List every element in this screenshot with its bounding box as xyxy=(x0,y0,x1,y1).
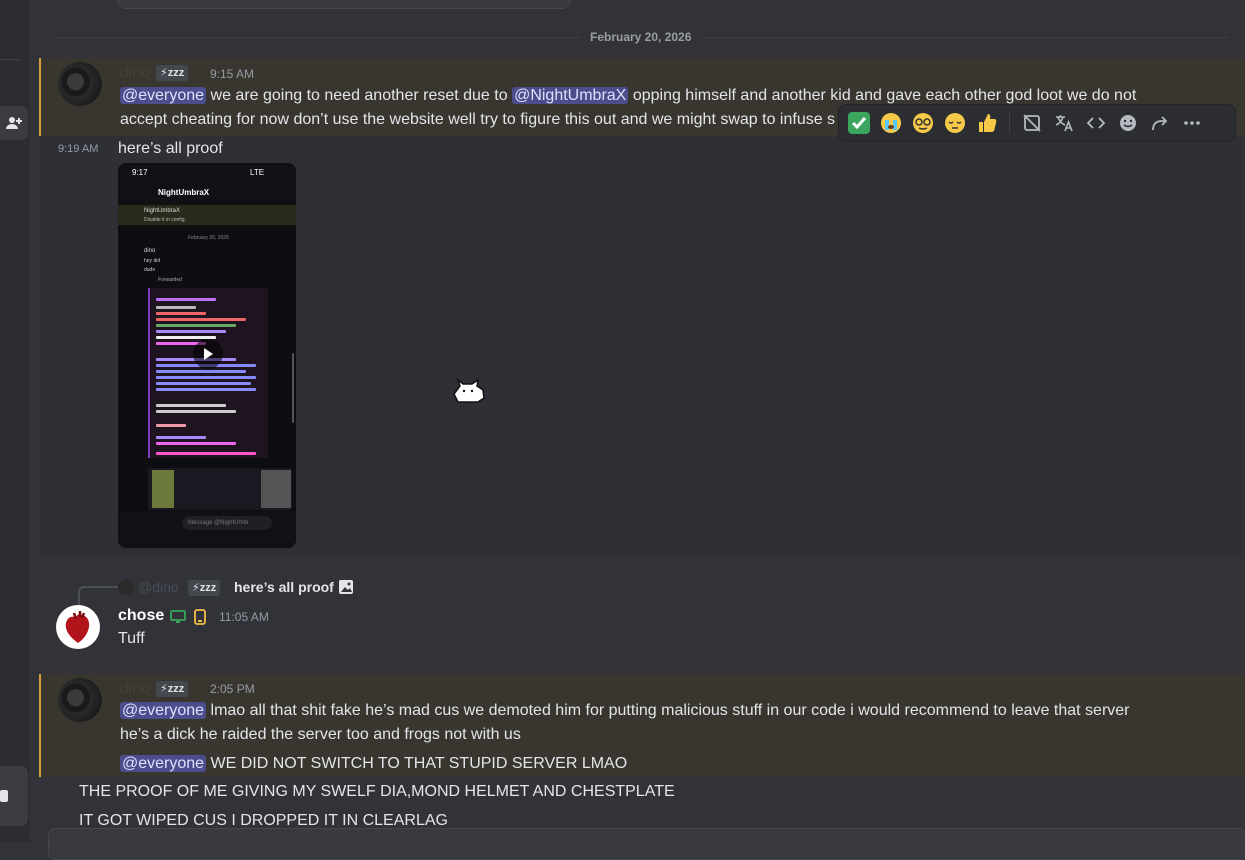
play-button[interactable] xyxy=(193,339,223,369)
check-mark-icon xyxy=(848,112,870,134)
sticker-icon xyxy=(0,790,8,802)
message-line: Tuff xyxy=(118,630,145,647)
timestamp: 2:05 PM xyxy=(210,682,255,696)
avatar[interactable] xyxy=(58,678,102,722)
server-tag[interactable]: ⚡zzz xyxy=(156,681,189,697)
reply-server-tag: ⚡zzz xyxy=(188,580,221,596)
video-contact-name: NightUmbraX xyxy=(158,188,210,197)
message-line: here’s all proof xyxy=(118,140,223,157)
avatar[interactable] xyxy=(58,62,102,106)
mobile-icon xyxy=(194,609,206,625)
timestamp: 9:19 AM xyxy=(58,143,99,155)
message-line: THE PROOF OF ME GIVING MY SWELF DIA,MOND… xyxy=(79,783,675,800)
reply-author[interactable]: @dino xyxy=(138,579,179,595)
timestamp: 11:05 AM xyxy=(219,610,269,624)
video-date: February 20, 2026 xyxy=(188,235,229,241)
heart-organ-icon xyxy=(65,611,90,643)
server-tag[interactable]: ⚡zzz xyxy=(156,65,189,81)
reply-preview-text[interactable]: here’s all proof xyxy=(234,579,334,595)
forward-button[interactable] xyxy=(1146,109,1174,137)
desktop-icon xyxy=(170,610,186,623)
crying-emoji-button[interactable] xyxy=(877,109,905,137)
forward-icon xyxy=(1152,116,1168,131)
video-message-box: Message @NightUmbr xyxy=(182,516,272,530)
reply-avatar[interactable] xyxy=(118,579,134,595)
timestamp: 9:15 AM xyxy=(210,67,255,81)
message-hover-toolbar xyxy=(838,104,1236,142)
remove-embed-button[interactable] xyxy=(1018,109,1046,137)
video-line: dude xyxy=(144,267,156,273)
left-rail xyxy=(0,0,29,842)
toolbar-separator xyxy=(1009,112,1010,134)
code-icon xyxy=(1086,117,1106,129)
nerd-face-icon xyxy=(913,113,933,133)
message-line: accept cheating for now don’t use the we… xyxy=(120,111,836,128)
video-status-time: 9:17 xyxy=(132,168,148,177)
add-reaction-button[interactable] xyxy=(1114,109,1142,137)
rail-action-button[interactable] xyxy=(0,766,28,826)
username[interactable]: dino xyxy=(120,680,150,698)
video-pinned-text: Disable it in config. xyxy=(144,217,186,223)
add-user-icon xyxy=(6,117,22,129)
video-attachment[interactable]: 9:17 LTE NightUmbraX NightUmbraX Disable… xyxy=(118,163,296,548)
message-chose[interactable]: chose 11:05 AM Tuff xyxy=(39,598,1245,658)
relieved-emoji-button[interactable] xyxy=(941,109,969,137)
message-line: he’s a dick he raided the server too and… xyxy=(120,726,521,743)
video-thumbnail xyxy=(261,470,291,508)
video-author: dino xyxy=(144,248,156,254)
message-line: @everyone lmao all that shit fake he’s m… xyxy=(120,702,1130,719)
play-icon xyxy=(204,348,213,360)
video-status-network: LTE xyxy=(250,168,265,177)
add-reaction-icon xyxy=(1120,115,1136,131)
more-icon xyxy=(1184,121,1200,125)
avatar[interactable] xyxy=(56,605,100,649)
mention-everyone[interactable]: @everyone xyxy=(120,87,207,104)
lightning-icon: ⚡ xyxy=(192,582,200,594)
mention-everyone[interactable]: @everyone xyxy=(120,702,207,719)
check-mark-emoji-button[interactable] xyxy=(845,109,873,137)
thumbs-up-icon xyxy=(979,114,997,132)
message-line: @everyone WE DID NOT SWITCH TO THAT STUP… xyxy=(120,755,628,772)
nerd-emoji-button[interactable] xyxy=(909,109,937,137)
translate-button[interactable] xyxy=(1050,109,1078,137)
translate-icon xyxy=(1055,115,1073,132)
mention-everyone[interactable]: @everyone xyxy=(120,755,207,772)
lightning-icon: ⚡ xyxy=(160,683,168,695)
username[interactable]: dino xyxy=(120,64,150,82)
message-dino-mention-2[interactable]: dino ⚡zzz 2:05 PM @everyone lmao all tha… xyxy=(39,674,1245,777)
image-icon xyxy=(339,580,353,594)
cat-sticker-icon xyxy=(453,377,485,403)
remove-embed-icon xyxy=(1023,114,1041,132)
video-item-embed xyxy=(148,288,268,458)
code-button[interactable] xyxy=(1082,109,1110,137)
mention-user[interactable]: @NightUmbraX xyxy=(512,87,629,104)
video-scroll-indicator xyxy=(292,353,294,423)
previous-message-input-edge xyxy=(118,0,570,9)
video-forwarded-label: Forwarded xyxy=(158,277,182,283)
crying-face-icon xyxy=(881,113,901,133)
message-input-box[interactable] xyxy=(48,828,1245,860)
rail-divider xyxy=(0,59,20,60)
thumbs-up-emoji-button[interactable] xyxy=(973,109,1001,137)
more-options-button[interactable] xyxy=(1178,109,1206,137)
add-friend-button[interactable] xyxy=(0,106,28,140)
video-pinned-name: NightUmbraX xyxy=(144,208,181,214)
relieved-face-icon xyxy=(945,113,965,133)
video-thumbnail xyxy=(152,470,174,508)
lightning-icon: ⚡ xyxy=(160,67,168,79)
video-line: hey did xyxy=(144,258,161,264)
username[interactable]: chose xyxy=(118,607,164,625)
date-divider-label: February 20, 2026 xyxy=(580,30,702,44)
